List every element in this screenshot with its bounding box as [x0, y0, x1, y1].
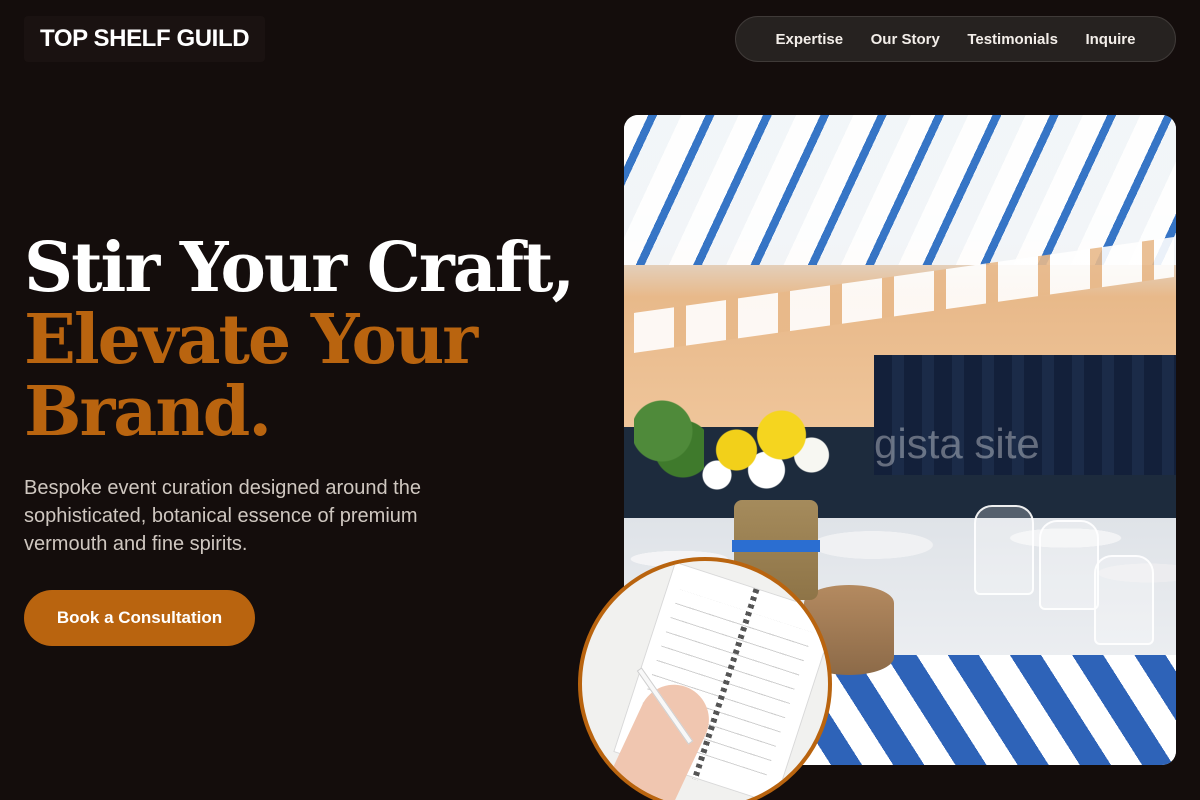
blue-ribbon — [732, 540, 820, 552]
nav-link-inquire[interactable]: Inquire — [1085, 31, 1135, 48]
hero-headline: Stir Your Craft, Elevate Your Brand. — [24, 232, 584, 448]
nav-link-testimonials[interactable]: Testimonials — [967, 31, 1058, 48]
nav-link-our-story[interactable]: Our Story — [871, 31, 940, 48]
main-nav: Expertise Our Story Testimonials Inquire — [735, 16, 1176, 62]
hero-subcopy: Bespoke event curation designed around t… — [24, 477, 421, 555]
ceiling-drapes — [624, 115, 1176, 265]
water-glass — [1094, 555, 1154, 645]
headline-line-3: Brand. — [24, 372, 272, 452]
brand-logo[interactable]: TOP SHELF GUILD — [24, 16, 266, 62]
headline-line-1: Stir Your Craft, — [24, 228, 575, 308]
page: TOP SHELF GUILD Expertise Our Story Test… — [0, 0, 1200, 800]
planner-inset-image — [578, 557, 832, 800]
nav-link-expertise[interactable]: Expertise — [776, 31, 844, 48]
headline-line-2: Elevate Your — [24, 300, 478, 380]
book-consultation-button[interactable]: Book a Consultation — [24, 590, 255, 646]
flower-bouquet — [699, 400, 849, 500]
plants — [634, 395, 704, 485]
image-watermark: gista site — [874, 420, 1040, 467]
wine-glass — [1039, 520, 1099, 610]
wine-glass — [974, 505, 1034, 595]
